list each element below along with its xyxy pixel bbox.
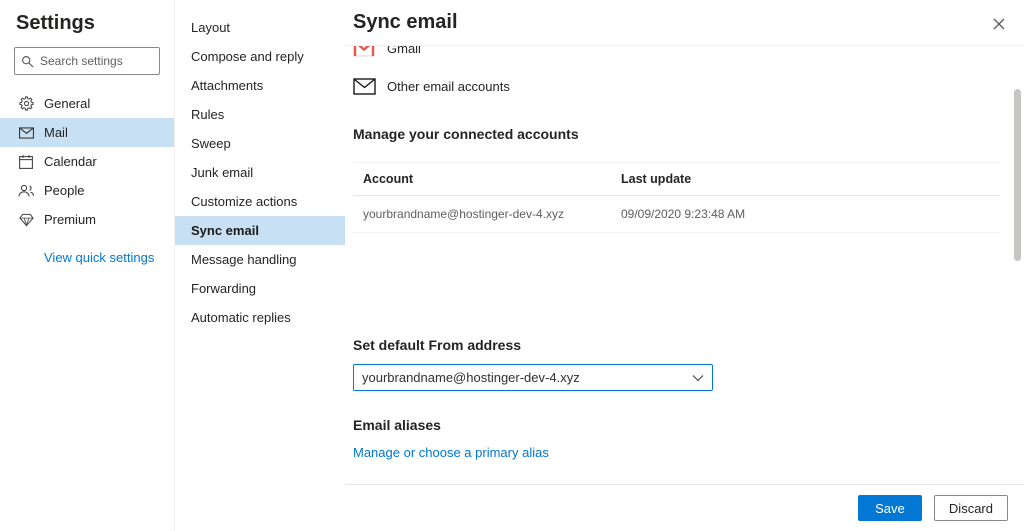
close-icon bbox=[993, 18, 1005, 30]
sidebar-item-people[interactable]: People bbox=[0, 176, 174, 205]
search-icon bbox=[21, 55, 34, 67]
view-quick-settings-link[interactable]: View quick settings bbox=[44, 250, 174, 265]
account-option-label: Other email accounts bbox=[387, 78, 510, 94]
last-update-cell: 09/09/2020 9:23:48 AM bbox=[621, 207, 746, 221]
gmail-icon bbox=[353, 46, 379, 57]
column-header-last-update: Last update bbox=[621, 172, 692, 186]
manage-alias-link[interactable]: Manage or choose a primary alias bbox=[353, 445, 549, 460]
vertical-scrollbar[interactable] bbox=[1014, 47, 1022, 483]
chevron-down-icon bbox=[692, 374, 704, 382]
page-title: Sync email bbox=[353, 11, 458, 33]
mailnav-item-automatic-replies[interactable]: Automatic replies bbox=[175, 303, 345, 332]
default-from-heading: Set default From address bbox=[353, 337, 522, 353]
other-email-accounts-option[interactable]: Other email accounts bbox=[353, 72, 1000, 100]
discard-button[interactable]: Discard bbox=[933, 495, 1008, 521]
sidebar-nav: General Mail Calendar People Premium bbox=[0, 89, 174, 234]
gmail-option[interactable]: Gmail bbox=[353, 46, 1000, 62]
sidebar-item-premium[interactable]: Premium bbox=[0, 205, 174, 234]
mail-settings-nav: Layout Compose and reply Attachments Rul… bbox=[175, 0, 345, 531]
table-row[interactable]: yourbrandname@hostinger-dev-4.xyz 09/09/… bbox=[353, 196, 1000, 233]
calendar-icon bbox=[18, 154, 34, 170]
mailnav-item-sync-email[interactable]: Sync email bbox=[175, 216, 345, 245]
sidebar-item-general[interactable]: General bbox=[0, 89, 174, 118]
panel-header: Sync email bbox=[345, 0, 1024, 46]
people-icon bbox=[18, 183, 34, 199]
sidebar-item-label: General bbox=[44, 96, 91, 111]
close-button[interactable] bbox=[988, 13, 1010, 35]
mailnav-item-layout[interactable]: Layout bbox=[175, 13, 345, 42]
envelope-icon bbox=[353, 77, 379, 95]
panel-footer: Save Discard bbox=[345, 484, 1024, 531]
gear-icon bbox=[18, 96, 34, 112]
sidebar-item-calendar[interactable]: Calendar bbox=[0, 147, 174, 176]
sidebar-item-label: Calendar bbox=[44, 154, 97, 169]
default-from-dropdown[interactable]: yourbrandname@hostinger-dev-4.xyz bbox=[353, 364, 713, 391]
mailnav-item-compose-and-reply[interactable]: Compose and reply bbox=[175, 42, 345, 71]
account-option-label: Gmail bbox=[387, 46, 421, 56]
mailnav-item-customize-actions[interactable]: Customize actions bbox=[175, 187, 345, 216]
save-button[interactable]: Save bbox=[857, 495, 922, 521]
settings-search[interactable] bbox=[14, 47, 160, 75]
scrollbar-thumb[interactable] bbox=[1014, 89, 1021, 261]
sync-email-panel: Sync email Gmail Other email accounts Ma… bbox=[345, 0, 1024, 531]
table-header-row: Account Last update bbox=[353, 163, 1000, 196]
sidebar-item-mail[interactable]: Mail bbox=[0, 118, 174, 147]
mailnav-item-sweep[interactable]: Sweep bbox=[175, 129, 345, 158]
panel-scroll-area: Gmail Other email accounts Manage your c… bbox=[345, 46, 1024, 484]
dropdown-selected-value: yourbrandname@hostinger-dev-4.xyz bbox=[362, 370, 580, 385]
mailnav-item-attachments[interactable]: Attachments bbox=[175, 71, 345, 100]
premium-diamond-icon bbox=[18, 212, 34, 228]
connected-accounts-table: Account Last update yourbrandname@hostin… bbox=[353, 162, 1000, 233]
mailnav-item-junk-email[interactable]: Junk email bbox=[175, 158, 345, 187]
account-cell: yourbrandname@hostinger-dev-4.xyz bbox=[363, 207, 564, 221]
search-input[interactable] bbox=[40, 54, 153, 68]
connected-accounts-heading: Manage your connected accounts bbox=[353, 126, 579, 142]
sidebar-item-label: People bbox=[44, 183, 85, 198]
sidebar-item-label: Mail bbox=[44, 125, 68, 140]
sidebar-item-label: Premium bbox=[44, 212, 97, 227]
settings-dialog: Settings General bbox=[0, 0, 1024, 531]
settings-title: Settings bbox=[16, 12, 95, 34]
email-aliases-heading: Email aliases bbox=[353, 417, 441, 433]
mailnav-item-message-handling[interactable]: Message handling bbox=[175, 245, 345, 274]
mailnav-item-forwarding[interactable]: Forwarding bbox=[175, 274, 345, 303]
settings-sidebar: Settings General bbox=[0, 0, 175, 531]
mail-icon bbox=[18, 125, 34, 141]
mailnav-item-rules[interactable]: Rules bbox=[175, 100, 345, 129]
column-header-account: Account bbox=[363, 172, 413, 186]
